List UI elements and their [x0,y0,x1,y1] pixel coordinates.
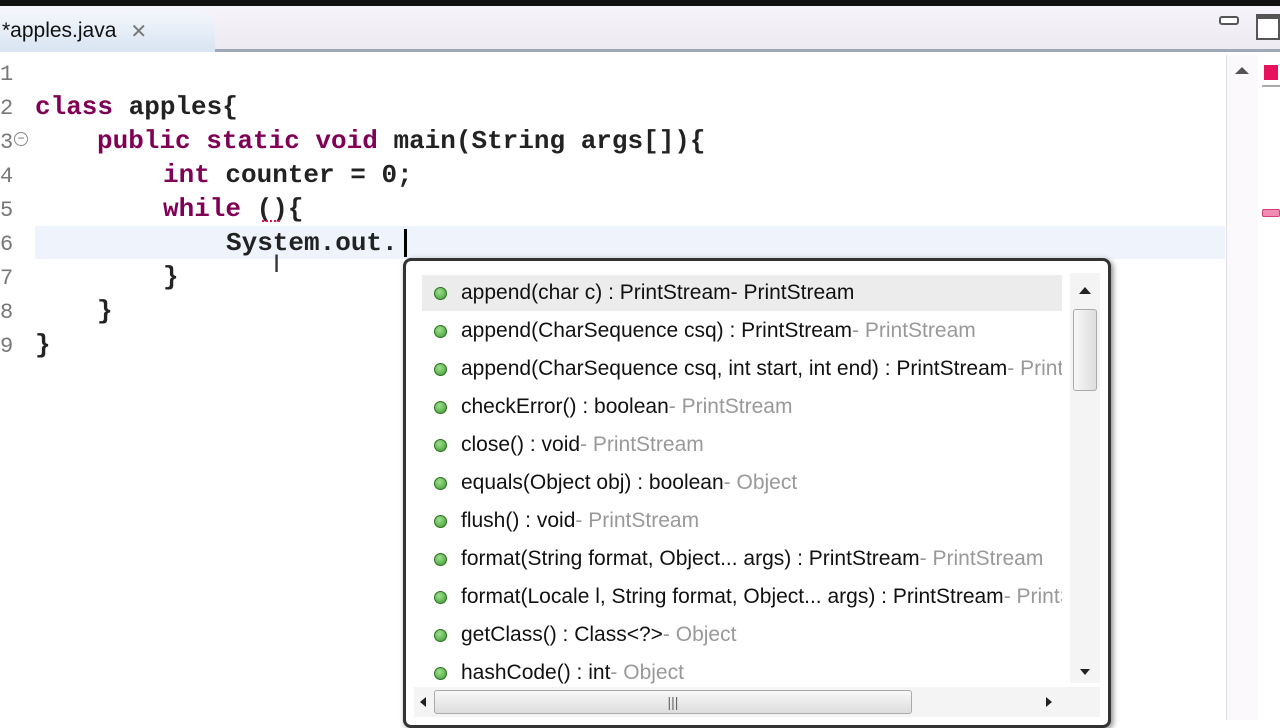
line-number: 1 [0,62,14,87]
scroll-down-icon[interactable] [1080,669,1090,675]
i-beam-cursor-icon: I [273,250,281,278]
text-cursor [404,229,407,257]
keyword: public static void [97,126,378,156]
code-line-6: System.out. [226,228,398,258]
completion-item[interactable]: append(char c) : PrintStream - PrintStre… [422,275,1062,311]
line-number: 9 [0,334,14,359]
completion-item[interactable]: hashCode() : int - Object [422,655,1062,691]
fold-collapse-icon[interactable]: − [14,132,28,146]
line-number: 7 [0,266,14,291]
scroll-up-icon[interactable] [1079,287,1091,294]
method-signature: equals(Object obj) : boolean [461,471,724,494]
error-indicator-icon[interactable] [1264,65,1278,80]
code-line-5: while (){ [163,192,303,226]
error-marker[interactable] [1262,209,1280,217]
scroll-up-icon[interactable] [1235,67,1249,74]
method-signature: hashCode() : int [461,661,611,684]
method-signature: append(CharSequence csq, int start, int … [461,357,1008,380]
code-line-7: } [163,262,179,292]
declaring-type: - PrintStream [580,433,704,456]
keyword: class [35,92,114,122]
method-signature: append(char c) : PrintStream [461,281,731,304]
public-method-icon [434,666,447,680]
divider [1262,85,1280,87]
line-number: 6 [0,232,14,257]
public-method-icon [434,590,447,604]
public-method-icon [434,476,447,490]
completion-item[interactable]: append(CharSequence csq) : PrintStream -… [422,313,1062,349]
declaring-type: - Object [662,623,737,646]
completion-item[interactable]: format(String format, Object... args) : … [422,541,1062,577]
public-method-icon [434,286,447,300]
method-signature: getClass() : Class<?> [461,623,663,646]
line-number: 3 [0,130,14,155]
public-method-icon [434,362,447,376]
method-signature: format(Locale l, String format, Object..… [461,585,1004,608]
declaring-type: - PrintStream [730,281,855,304]
line-number: 8 [0,300,14,325]
vertical-ruler[interactable] [1226,55,1258,720]
code-line-8: } [97,296,113,326]
completion-item[interactable]: flush() : void - PrintStream [422,503,1062,539]
vertical-scrollbar[interactable] [1070,273,1100,683]
code-line-4: int counter = 0; [163,158,413,192]
scroll-right-icon[interactable] [1046,697,1052,707]
code-text: apples{ [113,92,238,122]
code-text: counter = 0; [209,160,413,190]
completion-item[interactable]: equals(Object obj) : boolean - Object [422,465,1062,501]
minimize-button[interactable] [1219,16,1239,25]
public-method-icon [434,438,447,452]
public-method-icon [434,400,447,414]
completion-item[interactable]: getClass() : Class<?> - Object [422,617,1062,653]
method-signature: checkError() : boolean [461,395,669,418]
tab-apples-java[interactable]: *apples.java ✕ [0,10,215,52]
declaring-type: - Object [723,471,798,494]
keyword: int [163,160,210,190]
code-text: main(String args[]){ [377,126,706,156]
content-assist-popup[interactable]: append(char c) : PrintStream - PrintStre… [403,258,1111,728]
overview-ruler[interactable] [1258,55,1280,720]
completion-item[interactable]: format(Locale l, String format, Object..… [422,579,1062,615]
declaring-type: - PrintStream [575,509,700,532]
completion-item[interactable]: append(CharSequence csq, int start, int … [422,351,1062,387]
keyword: while [163,194,242,224]
declaring-type: - PrintStream [1007,357,1062,380]
horizontal-scrollbar[interactable]: ||| [414,687,1100,717]
completion-item[interactable]: close() : void - PrintStream [422,427,1062,463]
declaring-type: - Object [610,661,684,684]
public-method-icon [434,514,447,528]
tab-title: *apples.java [2,19,117,42]
public-method-icon [434,552,447,566]
method-signature: format(String format, Object... args) : … [461,547,920,570]
completion-item[interactable]: checkError() : boolean - PrintStream [422,389,1062,425]
code-line-2: class apples{ [35,90,238,124]
public-method-icon [434,324,447,338]
code-line-3: public static void main(String args[]){ [97,124,706,158]
code-line-9: } [35,330,51,360]
line-number: 5 [0,198,14,223]
scrollbar-thumb[interactable] [1073,309,1097,391]
error-squiggle [262,218,280,222]
declaring-type: - PrintStream [919,547,1044,570]
maximize-button[interactable] [1256,14,1280,40]
declaring-type: - PrintStream [668,395,793,418]
editor-tab-strip: *apples.java ✕ [0,6,1280,52]
declaring-type: - PrintStream [1003,585,1062,608]
current-line-highlight [35,226,1225,259]
line-number: 2 [0,96,14,121]
scrollbar-thumb[interactable]: ||| [434,690,912,714]
declaring-type: - PrintStream [852,319,976,342]
method-signature: close() : void [461,433,581,456]
method-signature: flush() : void [461,509,576,532]
scroll-left-icon[interactable] [420,697,426,707]
line-number: 4 [0,164,14,189]
method-signature: append(CharSequence csq) : PrintStream [461,319,853,342]
public-method-icon [434,628,447,642]
close-icon[interactable]: ✕ [130,19,147,44]
